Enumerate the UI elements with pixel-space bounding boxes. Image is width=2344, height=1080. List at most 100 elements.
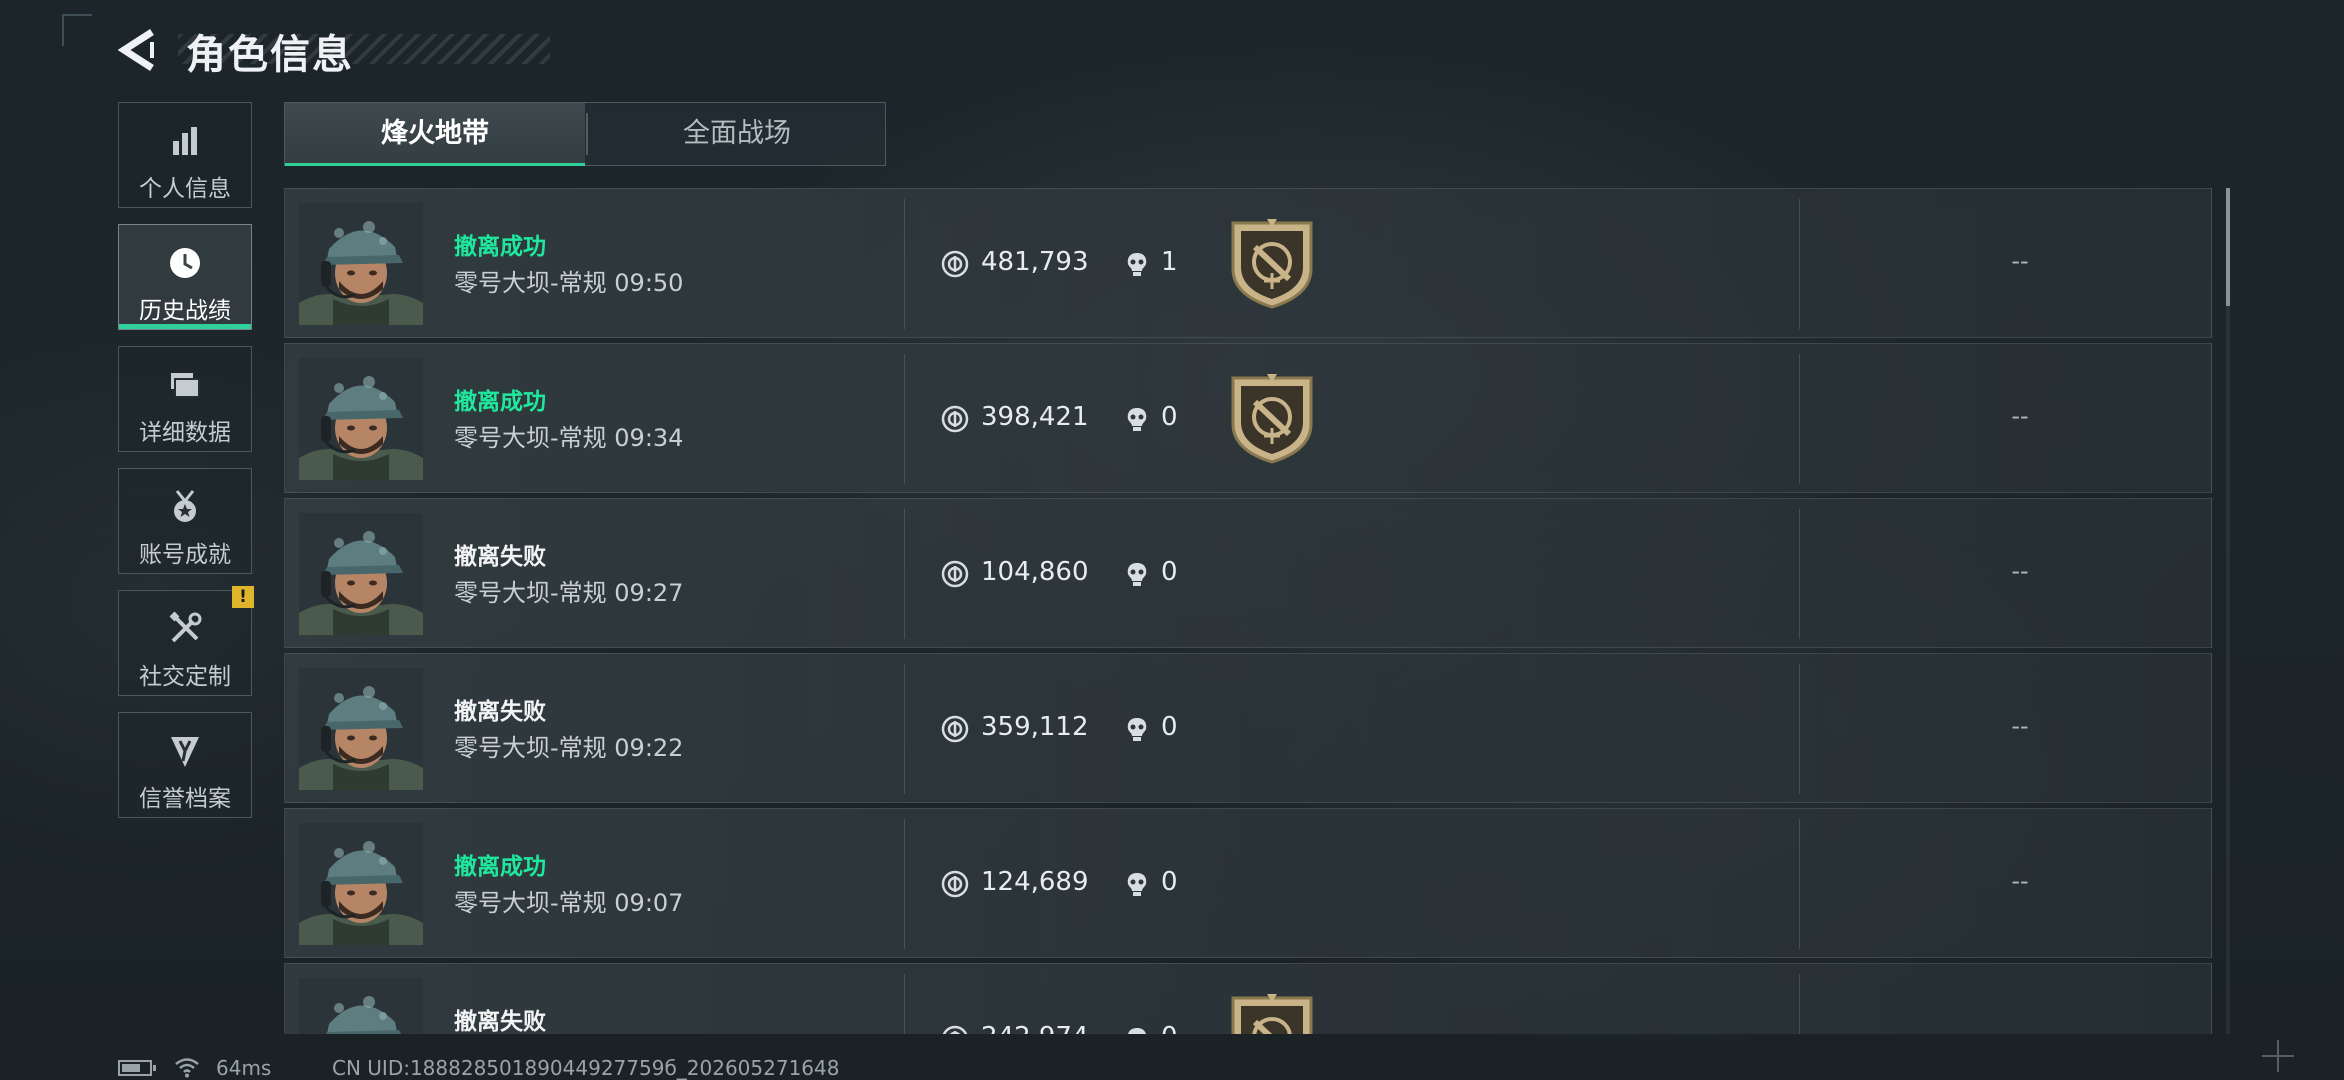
avatar [299,358,423,480]
match-history-list[interactable]: 撤离成功 零号大坝-常规 09:50 481,793 1 -- 撤离成功 零号大坝-常规 0… [284,188,2212,1034]
operator-avatar-image [299,203,423,325]
kill-count: 1 [1161,247,1178,277]
extra-info: -- [1965,1022,2075,1034]
sidebar-item-label: 详细数据 [139,420,231,446]
avatar [299,978,423,1034]
match-result: 撤离成功 [454,234,546,260]
skull-icon [1123,560,1151,588]
match-result: 撤离成功 [454,389,546,415]
tab-quanmian[interactable]: 全面战场 [587,103,887,165]
operator-avatar-image [299,358,423,480]
sidebar-item-label: 历史战绩 [139,298,231,324]
match-mode-time: 零号大坝-常规 09:07 [454,889,684,917]
column-divider [1799,354,1800,484]
sidebar-item-label: 个人信息 [139,176,231,202]
match-mode-time: 零号大坝-常规 09:22 [454,734,684,762]
column-divider [1799,819,1800,949]
mode-tabs: 烽火地带 全面战场 [284,102,886,166]
match-row[interactable]: 撤离失败 零号大坝-常规 09:27 104,860 0 -- [284,498,2212,648]
skull-icon [1123,870,1151,898]
skull-icon [1123,1025,1151,1034]
coin-icon [941,250,969,278]
column-divider [904,199,905,329]
extra-info: -- [2011,867,2029,895]
extra-info: -- [2011,247,2029,275]
extraction-value: 359,112 [981,712,1089,742]
match-row[interactable]: 撤离成功 零号大坝-常规 09:50 481,793 1 -- [284,188,2212,338]
operator-avatar-image [299,978,423,1034]
column-divider [904,819,905,949]
extraction-value: 104,860 [981,557,1089,587]
sidebar-item-label: 社交定制 [139,664,231,690]
match-result: 撤离成功 [454,854,546,880]
achievement-badge-icon [1227,372,1317,464]
operator-avatar-image [299,668,423,790]
page-header: 角色信息 [117,22,558,82]
battery-fill [122,1064,140,1072]
extra-info: -- [2011,402,2029,430]
column-divider [1799,664,1800,794]
column-divider [1799,509,1800,639]
wifi-icon [175,1058,199,1078]
avatar [299,668,423,790]
status-bar: 64ms CN UID:18882850189044927759б_202605… [118,1056,1118,1080]
operator-avatar-image [299,823,423,945]
extraction-value: 398,421 [981,402,1089,432]
avatar [299,823,423,945]
back-button[interactable] [117,28,158,72]
coin-icon [941,560,969,588]
kill-count: 0 [1161,712,1178,742]
sidebar-item-0[interactable]: 个人信息 [118,102,252,208]
sidebar-item-1[interactable]: 历史战绩 [118,224,252,330]
avatar [299,203,423,325]
scrollbar[interactable] [2226,188,2230,1034]
extra-info: -- [2011,712,2029,740]
column-divider [1799,974,1800,1034]
match-row[interactable]: 撤离失败 242,974 0 -- [284,963,2212,1034]
page-title: 角色信息 [186,32,354,78]
match-result: 撤离失败 [454,699,546,725]
sidebar-item-label: 信誉档案 [139,786,231,812]
match-row[interactable]: 撤离成功零号大坝-常规 09:07 124,689 0 -- [284,808,2212,958]
ping-text: 64ms [216,1056,272,1080]
operator-avatar-image [299,513,423,635]
extraction-value: 481,793 [981,247,1089,277]
column-divider [1799,199,1800,329]
scroll-thumb[interactable] [2226,188,2230,306]
match-row[interactable]: 撤离成功零号大坝-常规 09:34 398,421 0 -- [284,343,2212,493]
coin-icon [941,405,969,433]
achievement-badge-icon [1227,217,1317,309]
corner-decoration [62,14,92,46]
column-divider [904,509,905,639]
medal-icon [165,487,205,527]
sidebar-item-label: 账号成就 [139,542,231,568]
coin-icon [941,870,969,898]
extraction-value: 124,689 [981,867,1089,897]
crosshair-icon [2262,1040,2294,1072]
column-divider [904,974,905,1034]
extra-info: -- [2011,557,2029,585]
kill-count: 0 [1161,1022,1178,1034]
back-arrow-icon [117,29,154,71]
sidebar-item-2[interactable]: 详细数据 [118,346,252,452]
bar-chart-icon [165,121,205,161]
shield-icon [165,731,205,771]
match-row[interactable]: 撤离失败零号大坝-常规 09:22 359,112 0 -- [284,653,2212,803]
sidebar-item-5[interactable]: 信誉档案 [118,712,252,818]
match-result: 撤离失败 [454,1009,546,1034]
extraction-value: 242,974 [981,1022,1089,1034]
achievement-badge-icon [1227,992,1317,1034]
notification-badge: ! [232,586,254,608]
avatar [299,513,423,635]
uid-text: CN UID:18882850189044927759б_20260527164… [332,1056,840,1080]
folder-icon [165,365,205,405]
match-mode-time: 零号大坝-常规 09:34 [454,424,684,452]
sidebar-item-3[interactable]: 账号成就 [118,468,252,574]
kill-count: 0 [1161,867,1178,897]
column-divider [904,354,905,484]
match-result: 撤离失败 [454,544,546,570]
kill-count: 0 [1161,402,1178,432]
battery-icon [118,1060,156,1076]
tab-fenghuo[interactable]: 烽火地带 [285,103,585,166]
skull-icon [1123,405,1151,433]
